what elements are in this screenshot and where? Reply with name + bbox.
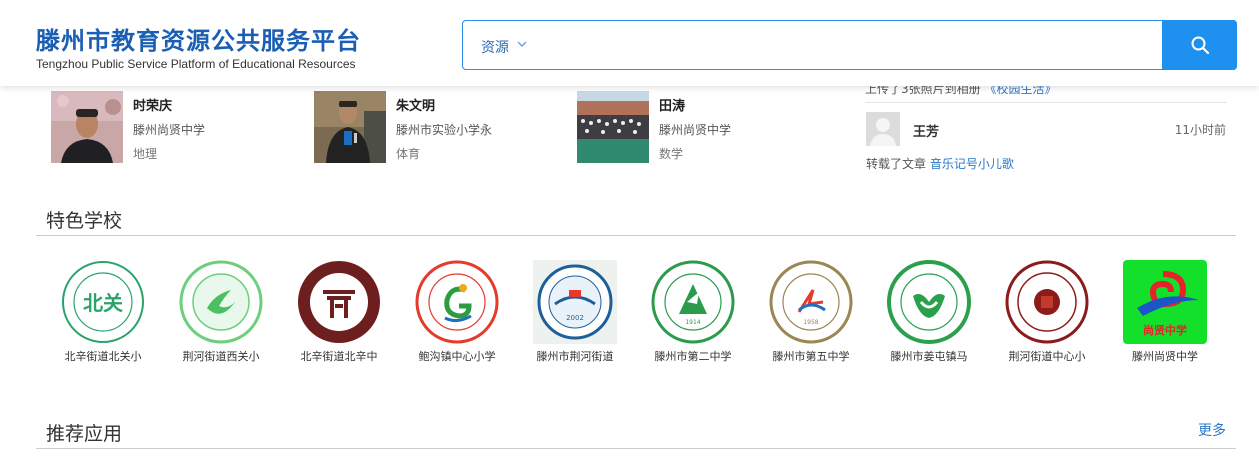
- activity-user-name[interactable]: 王芳: [913, 121, 939, 140]
- school-logo-text: 北关: [83, 291, 123, 315]
- school-logo-text: 尚贤中学: [1143, 323, 1187, 337]
- school-item[interactable]: 滕州市姜屯镇马: [870, 260, 980, 370]
- teacher-subject: 地理: [133, 147, 158, 161]
- teacher-photo[interactable]: [314, 91, 386, 163]
- school-name[interactable]: 滕州市荆河街道: [516, 348, 634, 364]
- school-item[interactable]: 尚贤中学 滕州尚贤中学: [1106, 260, 1216, 370]
- user-icon: [866, 112, 900, 146]
- teacher-subject: 数学: [659, 147, 684, 161]
- activity-action: 转载了文章: [866, 157, 927, 171]
- search-input[interactable]: [543, 31, 1143, 61]
- school-logo[interactable]: 尚贤中学: [1123, 260, 1207, 344]
- section-title-featured-schools: 特色学校: [46, 210, 123, 232]
- search-icon: [1191, 36, 1209, 55]
- school-name[interactable]: 荆河街道西关小: [162, 348, 280, 364]
- page: 滕州市教育资源公共服务平台 Tengzhou Public Service Pl…: [0, 0, 1259, 468]
- teacher-school: 滕州尚贤中学: [659, 123, 732, 137]
- school-item[interactable]: 1958 滕州市第五中学: [752, 260, 862, 370]
- site-subtitle: Tengzhou Public Service Platform of Educ…: [36, 57, 356, 71]
- teacher-photo[interactable]: [577, 91, 649, 163]
- teacher-name[interactable]: 朱文明: [396, 95, 435, 114]
- school-logo[interactable]: [1005, 260, 1089, 344]
- school-item[interactable]: 北关 北辛街道北关小: [44, 260, 154, 370]
- activity-text: 转载了文章 音乐记号小儿歌: [866, 155, 1014, 172]
- school-item[interactable]: 北辛街道北辛中: [280, 260, 390, 370]
- teacher-school: 滕州尚贤中学: [133, 123, 206, 137]
- activity-article-link[interactable]: 音乐记号小儿歌: [930, 157, 1014, 171]
- school-logo[interactable]: [415, 260, 499, 344]
- school-name[interactable]: 滕州市姜屯镇马: [870, 348, 988, 364]
- school-name[interactable]: 荆河街道中心小: [988, 348, 1106, 364]
- teacher-school: 滕州市实验小学永: [396, 123, 493, 137]
- teacher-photo[interactable]: [51, 91, 123, 163]
- divider: [865, 102, 1227, 103]
- school-logo[interactable]: [297, 260, 381, 344]
- school-logo-text: 1914: [685, 319, 700, 326]
- school-item[interactable]: 1914 滕州市第二中学: [634, 260, 744, 370]
- teacher-name[interactable]: 时荣庆: [133, 95, 172, 114]
- teacher-card[interactable]: 朱文明 滕州市实验小学永 体育: [314, 91, 554, 163]
- school-name[interactable]: 滕州市第二中学: [634, 348, 752, 364]
- section-divider: [36, 448, 1236, 449]
- school-name[interactable]: 北辛街道北辛中: [280, 348, 398, 364]
- teacher-subject: 体育: [396, 147, 421, 161]
- school-name[interactable]: 北辛街道北关小: [44, 348, 162, 364]
- school-logo[interactable]: [887, 260, 971, 344]
- school-logo[interactable]: [179, 260, 263, 344]
- section-title-recommended-apps: 推荐应用: [46, 423, 123, 445]
- teacher-card[interactable]: 田涛 滕州尚贤中学 数学: [577, 91, 817, 163]
- teacher-card[interactable]: 时荣庆 滕州尚贤中学 地理: [51, 91, 291, 163]
- site-title[interactable]: 滕州市教育资源公共服务平台: [36, 21, 361, 56]
- search-type-dropdown[interactable]: 资源: [481, 37, 509, 57]
- school-logo-text: 2002: [566, 314, 584, 322]
- activity-time: 11小时前: [1174, 123, 1226, 137]
- search-bar: 资源: [462, 20, 1237, 70]
- school-name[interactable]: 鲍沟镇中心小学: [398, 348, 516, 364]
- section-divider: [36, 235, 1236, 236]
- school-item[interactable]: 鲍沟镇中心小学: [398, 260, 508, 370]
- search-button[interactable]: [1162, 20, 1237, 70]
- school-item[interactable]: 荆河街道西关小: [162, 260, 272, 370]
- school-logo-text: 1958: [803, 319, 818, 326]
- school-logo[interactable]: 1914: [651, 260, 735, 344]
- school-logo[interactable]: 北关: [61, 260, 145, 344]
- school-name[interactable]: 滕州市第五中学: [752, 348, 870, 364]
- teacher-name[interactable]: 田涛: [659, 95, 685, 114]
- school-logo[interactable]: 2002: [533, 260, 617, 344]
- school-logo[interactable]: 1958: [769, 260, 853, 344]
- chevron-down-icon[interactable]: [517, 39, 527, 49]
- school-item[interactable]: 2002 滕州市荆河街道: [516, 260, 626, 370]
- header: 滕州市教育资源公共服务平台 Tengzhou Public Service Pl…: [0, 0, 1259, 86]
- more-link[interactable]: 更多: [1198, 420, 1226, 440]
- school-name[interactable]: 滕州尚贤中学: [1106, 348, 1224, 364]
- school-item[interactable]: 荆河街道中心小: [988, 260, 1098, 370]
- avatar[interactable]: [866, 112, 900, 146]
